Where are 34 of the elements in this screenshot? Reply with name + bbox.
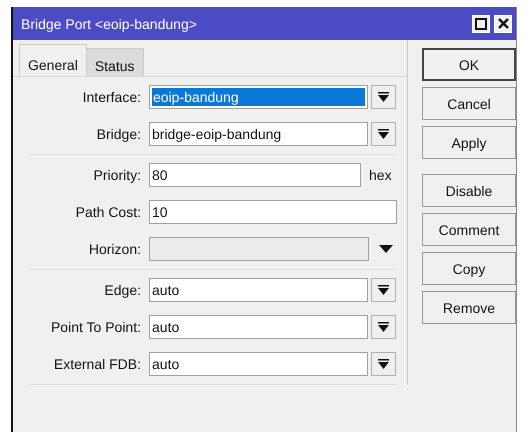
window-title: Bridge Port <eoip-bandung> [21,16,198,32]
field-label: Horizon: [88,241,142,257]
field-label: Point To Point: [50,319,142,335]
field-label: Priority: [92,167,142,183]
field-label: Bridge: [96,126,142,142]
dialog-button[interactable]: Remove [422,291,516,324]
dropdown-icon[interactable] [371,122,396,146]
input-field[interactable]: 10 [149,200,397,224]
close-icon[interactable] [494,14,512,32]
dropdown-field[interactable]: eoip-bandung [149,85,368,109]
dialog-button[interactable]: OK [422,48,516,81]
field-label: External FDB: [52,356,142,372]
dropdown-icon[interactable] [371,85,396,109]
field-label: Interface: [82,89,142,105]
dropdown-field[interactable]: bridge-eoip-bandung [149,122,368,146]
input-field[interactable]: 80 [149,163,361,187]
tab[interactable]: Status [86,48,144,76]
dialog-button[interactable]: Copy [422,252,516,285]
dialog-button[interactable]: Cancel [422,87,516,120]
dropdown-icon[interactable] [371,278,396,302]
dialog-button[interactable]: Apply [422,126,516,159]
dropdown-icon[interactable] [371,315,396,339]
dialog-button[interactable]: Disable [422,174,516,207]
dialog-button[interactable]: Comment [422,213,516,246]
field-label: Edge: [103,282,142,298]
unit-label: hex [369,167,392,183]
dropdown-icon[interactable] [371,352,396,376]
tab[interactable]: General [19,44,87,76]
dropdown-field[interactable]: auto [149,352,368,376]
dropdown-field[interactable]: auto [149,315,368,339]
maximize-icon[interactable] [472,14,490,32]
field-label: Path Cost: [74,204,142,220]
dropdown-icon[interactable] [379,245,393,253]
dropdown-field[interactable]: auto [149,278,368,302]
